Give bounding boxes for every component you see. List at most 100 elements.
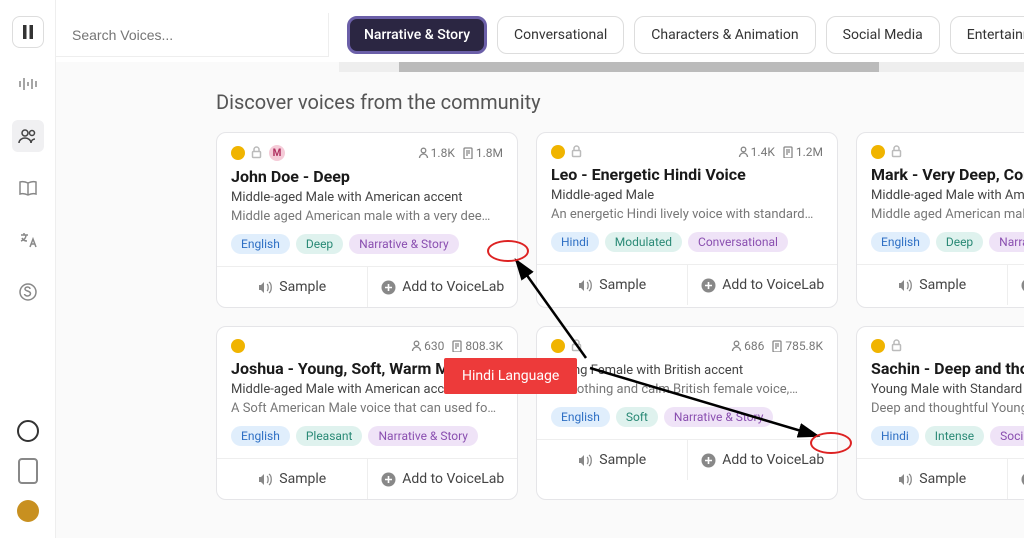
verified-icon	[231, 146, 245, 160]
voice-card: 1.4K 1.2M Leo - Energetic Hindi Voice Mi…	[536, 132, 838, 308]
pause-icon[interactable]	[12, 16, 44, 48]
tag-english[interactable]: English	[871, 232, 930, 252]
plays-stat: 1.2M	[783, 145, 823, 159]
people-icon[interactable]	[12, 120, 44, 152]
tag-modulated[interactable]: Modulated	[605, 232, 682, 252]
main: Narrative & Story Conversational Character…	[56, 0, 1024, 538]
tab-social-media[interactable]: Social Media	[826, 16, 940, 54]
tag-narrative-story[interactable]: Narrative & Story	[989, 232, 1024, 252]
voice-title: Sachin - Deep and thoughtful	[871, 359, 1024, 378]
add-voicelab-button[interactable]: Add to VoiceLab	[1007, 265, 1024, 305]
voice-card: 686 785.8K Young Female with British acc…	[536, 326, 838, 500]
tab-entertainment-tv[interactable]: Entertainment & TV	[950, 16, 1024, 54]
horizontal-scrollbar[interactable]	[339, 62, 1024, 72]
search-input[interactable]	[72, 27, 312, 43]
s-circle-icon[interactable]	[12, 276, 44, 308]
sample-button[interactable]: Sample	[217, 459, 367, 499]
add-voicelab-button[interactable]: Add to VoiceLab	[367, 459, 518, 499]
plays-stat: 1.8M	[463, 146, 503, 160]
voice-subtitle: Middle-aged Male with American accent	[231, 190, 503, 205]
plays-stat: 808.3K	[452, 339, 503, 353]
tag-narrative-story[interactable]: Narrative & Story	[664, 407, 774, 427]
tag-intense[interactable]: Intense	[925, 426, 984, 446]
speaker-icon	[257, 471, 273, 487]
tag-conversational[interactable]: Conversational	[688, 232, 788, 252]
voice-card: 1 Mark - Very Deep, Confident, Middle-ag…	[856, 132, 1024, 308]
tag-english[interactable]: English	[231, 234, 290, 254]
tab-characters-animation[interactable]: Characters & Animation	[634, 16, 815, 54]
book-icon[interactable]	[12, 172, 44, 204]
lock-icon	[891, 145, 903, 159]
add-voicelab-button[interactable]: Add to VoiceLab	[367, 267, 518, 307]
tag-soft[interactable]: Soft	[616, 407, 658, 427]
tag-deep[interactable]: Deep	[296, 234, 343, 254]
left-rail	[0, 0, 56, 538]
speaker-icon	[577, 452, 593, 468]
sample-button[interactable]: Sample	[857, 459, 1007, 499]
m-badge-icon: M	[269, 145, 285, 161]
users-stat: 686	[731, 339, 764, 353]
callout-label: Hindi Language	[444, 358, 577, 394]
cards-row-1: M 1.8K 1.8M John Doe - Deep Middle-aged …	[56, 132, 1024, 308]
voice-title: Mark - Very Deep, Confident,	[871, 165, 1024, 184]
soundwave-icon[interactable]	[12, 68, 44, 100]
sample-button[interactable]: Sample	[857, 265, 1007, 305]
ring-annotation-2	[810, 432, 852, 454]
users-stat: 1.4K	[738, 145, 775, 159]
sample-button[interactable]: Sample	[537, 265, 687, 305]
voice-description: Middle aged American male with ver	[871, 207, 1024, 222]
sample-button[interactable]: Sample	[217, 267, 367, 307]
voice-description: Deep and thoughtful Young male voic	[871, 401, 1024, 416]
device-icon[interactable]	[18, 458, 38, 484]
voice-subtitle: Young Female with British accent	[551, 363, 823, 378]
tab-conversational[interactable]: Conversational	[497, 16, 624, 54]
add-voicelab-button[interactable]: Add to VoiceLab	[687, 265, 838, 305]
voice-description: Middle aged American male with a very de…	[231, 209, 503, 224]
voice-subtitle: Young Male with Standard accent	[871, 382, 1024, 397]
content: Discover voices from the community M 1.8…	[56, 72, 1024, 518]
lock-icon	[891, 339, 903, 353]
verified-icon	[551, 145, 565, 159]
tag-social-media[interactable]: Social Media	[990, 426, 1024, 446]
users-stat: 1.8K	[418, 146, 455, 160]
voice-description: A Soft American Male voice that can used…	[231, 401, 503, 416]
tab-narrative-story[interactable]: Narrative & Story	[347, 16, 487, 54]
tag-hindi[interactable]: Hindi	[551, 232, 599, 252]
tag-pleasant[interactable]: Pleasant	[296, 426, 363, 446]
add-voicelab-button[interactable]: Add to VoiceLab	[1007, 459, 1024, 499]
speaker-icon	[577, 277, 593, 293]
voice-subtitle: Middle-aged Male with American acc	[871, 188, 1024, 203]
voice-card: 630 808.3K Joshua - Young, Soft, Warm Ma…	[216, 326, 518, 500]
voice-title: John Doe - Deep	[231, 167, 503, 186]
speaker-icon	[257, 279, 273, 295]
section-title: Discover voices from the community	[56, 90, 1024, 114]
voice-description: An energetic Hindi lively voice with sta…	[551, 207, 823, 222]
tag-english[interactable]: English	[231, 426, 290, 446]
verified-icon	[551, 339, 565, 353]
topbar: Narrative & Story Conversational Character…	[56, 0, 1024, 62]
tag-narrative-story[interactable]: Narrative & Story	[368, 426, 478, 446]
plus-circle-icon	[700, 452, 716, 468]
tag-narrative-story[interactable]: Narrative & Story	[349, 234, 459, 254]
plus-circle-icon	[1020, 471, 1024, 487]
translate-icon[interactable]	[12, 224, 44, 256]
verified-icon	[871, 145, 885, 159]
voice-card: M 1.8K 1.8M John Doe - Deep Middle-aged …	[216, 132, 518, 308]
lock-icon	[251, 146, 263, 160]
sample-button[interactable]: Sample	[537, 440, 687, 480]
tag-hindi[interactable]: Hindi	[871, 426, 919, 446]
plus-circle-icon	[380, 279, 396, 295]
circle-icon[interactable]	[17, 420, 39, 442]
tag-english[interactable]: English	[551, 407, 610, 427]
lock-icon	[571, 339, 583, 353]
plays-stat: 785.8K	[772, 339, 823, 353]
plus-circle-icon	[1020, 277, 1024, 293]
cards-row-2: 630 808.3K Joshua - Young, Soft, Warm Ma…	[56, 326, 1024, 500]
verified-icon	[231, 339, 245, 353]
verified-icon	[871, 339, 885, 353]
voice-subtitle: Middle-aged Male	[551, 188, 823, 203]
tag-deep[interactable]: Deep	[936, 232, 983, 252]
voice-card: 58 Sachin - Deep and thoughtful Young Ma…	[856, 326, 1024, 500]
avatar[interactable]	[17, 500, 39, 522]
plus-circle-icon	[380, 471, 396, 487]
